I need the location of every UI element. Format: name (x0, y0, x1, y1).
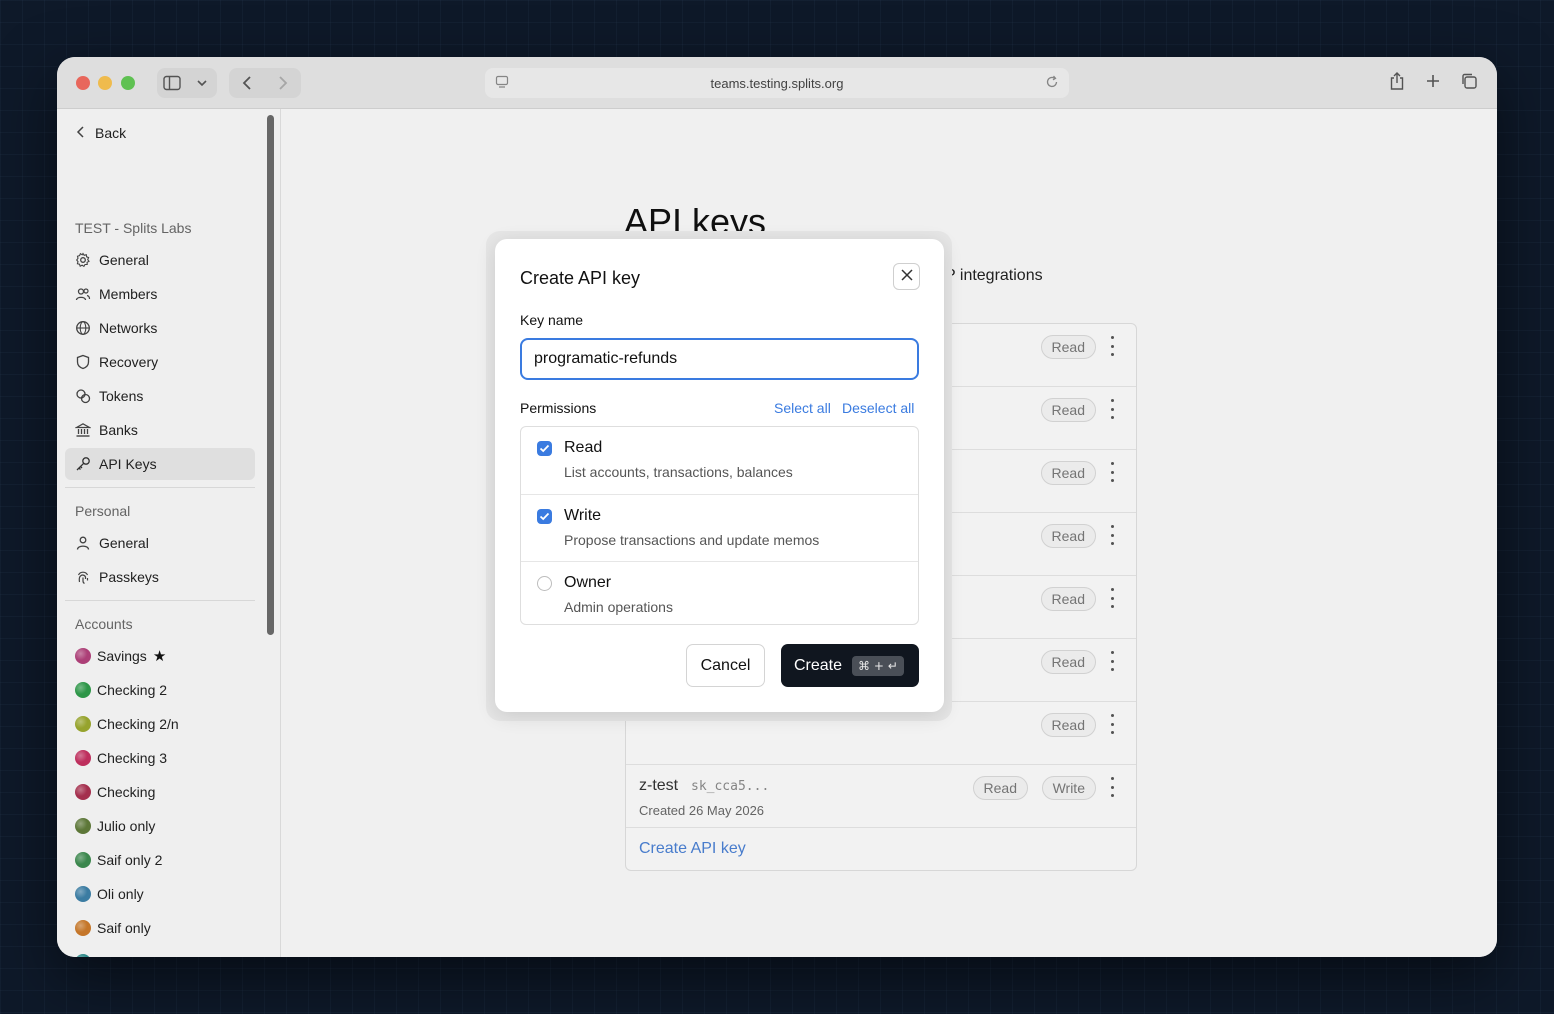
checkbox-checked[interactable] (537, 441, 552, 456)
keyboard-shortcut-hint: ⌘ + ↵ (852, 655, 904, 676)
check-icon (539, 512, 550, 521)
permissions-list: Read List accounts, transactions, balance… (520, 426, 919, 625)
permission-option-write[interactable]: Write Propose transactions and update mem… (521, 494, 918, 560)
permission-description: Propose transactions and update memos (564, 532, 820, 548)
permission-description: Admin operations (564, 599, 673, 615)
create-button[interactable]: Create ⌘ + ↵ (781, 644, 919, 687)
check-icon (539, 444, 550, 453)
permission-name: Owner (564, 574, 612, 591)
dialog-title: Create API key (520, 268, 641, 288)
key-name-label: Key name (520, 312, 584, 328)
close-dialog-button[interactable] (893, 263, 920, 290)
permission-description: List accounts, transactions, balances (564, 464, 793, 480)
select-all-button[interactable]: Select all (774, 400, 831, 416)
permission-name: Read (564, 439, 603, 456)
permission-option-read[interactable]: Read List accounts, transactions, balance… (521, 427, 918, 493)
permission-name: Write (564, 507, 602, 524)
create-api-key-dialog: Create API key Key name Permissions Sele… (495, 239, 944, 712)
checkbox-checked[interactable] (537, 509, 552, 524)
close-icon (900, 268, 913, 286)
checkbox-unchecked[interactable] (537, 576, 552, 591)
create-button-label: Create (794, 656, 843, 674)
key-name-input[interactable] (520, 338, 919, 380)
permissions-label: Permissions (520, 400, 597, 416)
deselect-all-button[interactable]: Deselect all (842, 400, 914, 416)
cancel-button[interactable]: Cancel (686, 644, 765, 687)
permission-option-owner[interactable]: Owner Admin operations (521, 561, 918, 624)
